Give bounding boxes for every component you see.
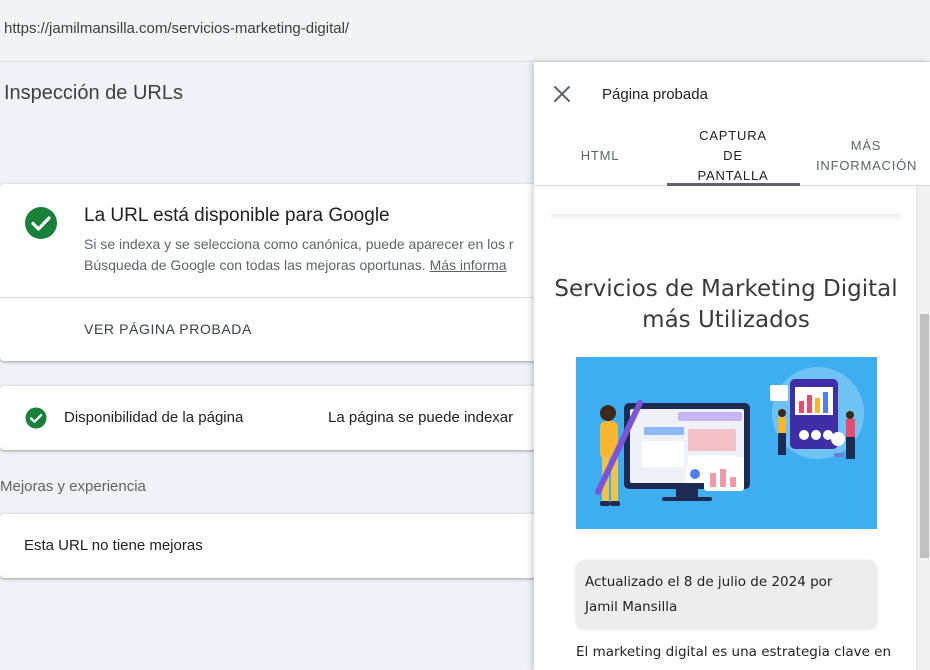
check-circle-icon — [25, 407, 47, 429]
page-title: Inspección de URLs — [4, 82, 183, 104]
url-text[interactable]: https://jamilmansilla.com/servicios-mark… — [4, 20, 349, 37]
learn-more-link[interactable]: Más informa — [430, 257, 507, 273]
status-description-line1: Si se indexa y se selecciona como canóni… — [84, 236, 514, 252]
scrollbar-thumb[interactable] — [920, 314, 929, 558]
status-description: Si se indexa y se selecciona como canóni… — [84, 234, 544, 276]
card-divider — [0, 297, 560, 298]
selected-tab-indicator — [667, 183, 800, 186]
address-bar[interactable]: https://jamilmansilla.com/servicios-mark… — [0, 0, 930, 62]
panel-header: Página probada HTML CAPTURA DE PANTALLA … — [534, 62, 930, 186]
improvements-text: Esta URL no tiene mejoras — [24, 537, 203, 554]
availability-value: La página se puede indexar — [328, 409, 514, 426]
view-tested-page-button[interactable]: VER PÁGINA PROBADA — [84, 321, 252, 337]
section-heading: Mejoras y experiencia — [0, 478, 146, 495]
tested-page-panel: Página probada HTML CAPTURA DE PANTALLA … — [534, 62, 930, 670]
status-description-line2: Búsqueda de Google con todas las mejoras… — [84, 255, 544, 276]
panel-scrollbar[interactable] — [916, 186, 930, 670]
tab-screenshot-label: CAPTURA DE PANTALLA — [697, 128, 769, 183]
check-circle-icon — [25, 207, 57, 239]
status-description-text: Búsqueda de Google con todas las mejoras… — [84, 257, 426, 273]
availability-label: Disponibilidad de la página — [64, 409, 244, 426]
screenshot-meta-box: Actualizado el 8 de julio de 2024 por Ja… — [576, 560, 877, 628]
screenshot-page: Servicios de Marketing Digital más Utili… — [550, 186, 902, 670]
tab-screenshot[interactable]: CAPTURA DE PANTALLA — [667, 126, 799, 186]
tab-more-info-label: MÁS INFORMACIÓN — [816, 138, 918, 173]
status-title: La URL está disponible para Google — [84, 205, 390, 226]
tab-html[interactable]: HTML — [534, 126, 666, 186]
screenshot-heading: Servicios de Marketing Digital más Utili… — [554, 276, 898, 333]
screenshot-body-text: El marketing digital es una estrategia c… — [576, 644, 892, 660]
screenshot-header-strip — [550, 186, 902, 214]
hero-illustration — [576, 357, 877, 529]
tab-more-info[interactable]: MÁS INFORMACIÓN — [800, 126, 930, 186]
close-icon[interactable] — [550, 82, 574, 106]
page-screenshot: Servicios de Marketing Digital más Utili… — [550, 186, 902, 670]
panel-title: Página probada — [602, 86, 708, 103]
